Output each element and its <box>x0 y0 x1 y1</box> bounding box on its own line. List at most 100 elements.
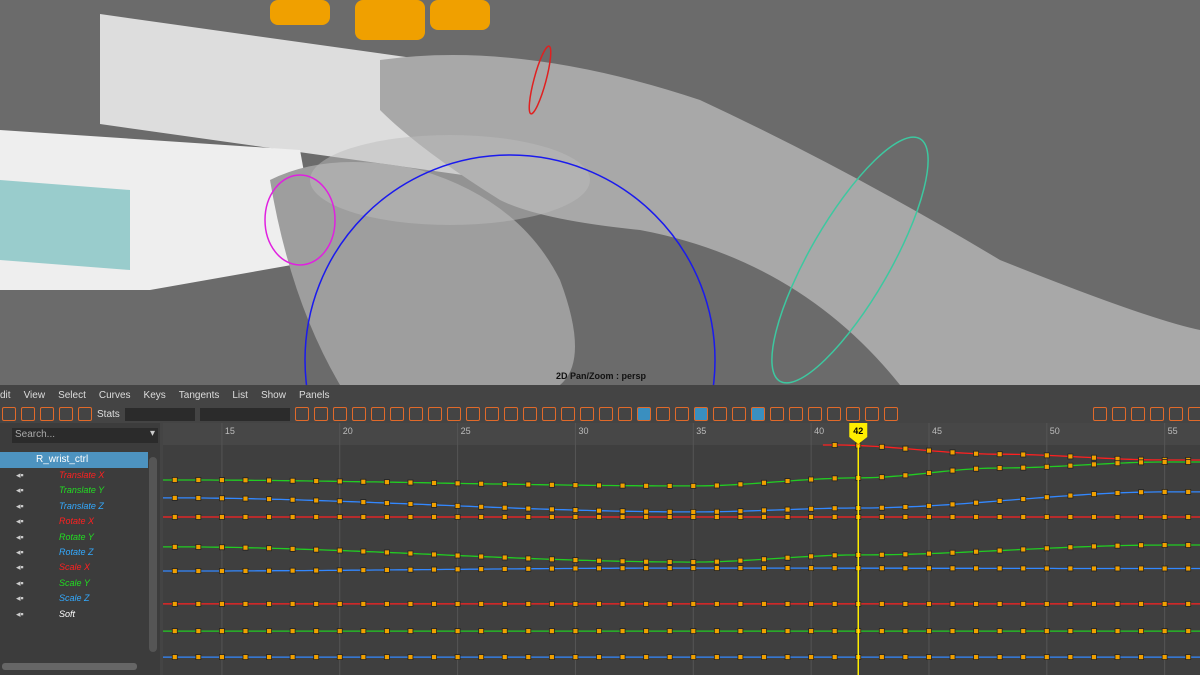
keyframe[interactable] <box>878 565 885 572</box>
keyframe[interactable] <box>572 628 579 634</box>
attribute-row[interactable]: ◂▪ Rotate Z <box>0 545 148 560</box>
keyframe[interactable] <box>431 502 437 508</box>
keyframe[interactable] <box>1067 453 1074 460</box>
keyframe[interactable] <box>572 482 579 489</box>
keyframe[interactable] <box>926 628 932 634</box>
tool-icon[interactable] <box>294 407 309 421</box>
keyframe[interactable] <box>336 498 343 505</box>
tool-icon[interactable] <box>40 407 54 421</box>
keyframe[interactable] <box>902 504 909 510</box>
keyframe[interactable] <box>171 543 178 550</box>
keyframe[interactable] <box>1067 544 1074 551</box>
keyframe[interactable] <box>313 601 320 607</box>
menu-tangents[interactable]: Tangents <box>179 390 220 401</box>
keyframe[interactable] <box>478 566 485 573</box>
keyframe[interactable] <box>1043 514 1050 520</box>
time-ruler[interactable] <box>163 423 1200 445</box>
keyframe[interactable] <box>690 654 697 660</box>
keyframe[interactable] <box>360 601 367 607</box>
keyframe[interactable] <box>808 514 815 520</box>
keyframe[interactable] <box>478 553 485 560</box>
keyframe[interactable] <box>242 514 249 520</box>
keyframe[interactable] <box>1185 514 1192 520</box>
keyframe[interactable] <box>171 568 178 574</box>
keyframe[interactable] <box>949 501 956 508</box>
keyframe[interactable] <box>619 601 626 607</box>
menu-show[interactable]: Show <box>261 390 286 401</box>
keyframe[interactable] <box>219 495 225 502</box>
keyframe[interactable] <box>219 477 225 483</box>
keyframe[interactable] <box>501 654 508 660</box>
keyframe[interactable] <box>1043 545 1050 552</box>
keyframe[interactable] <box>454 480 461 487</box>
keyframe[interactable] <box>548 628 555 634</box>
keyframe[interactable] <box>407 566 414 573</box>
keyframe[interactable] <box>1161 565 1168 572</box>
attribute-row[interactable]: ◂▪ Scale Y <box>0 576 148 591</box>
keyframe[interactable] <box>501 504 508 511</box>
keyframe[interactable] <box>643 601 650 607</box>
keyframe[interactable] <box>596 482 602 489</box>
tool-icon[interactable] <box>693 407 708 421</box>
keyframe[interactable] <box>525 555 532 562</box>
keyframe[interactable] <box>336 601 343 607</box>
keyframe[interactable] <box>266 567 272 574</box>
tool-icon[interactable] <box>522 407 537 421</box>
keyframe[interactable] <box>289 654 296 660</box>
attribute-row[interactable]: ◂▪ Translate Z <box>0 499 148 514</box>
keyframe[interactable] <box>596 514 602 520</box>
keyframe[interactable] <box>454 552 461 559</box>
keyframe[interactable] <box>383 654 390 660</box>
keyframe[interactable] <box>761 601 767 607</box>
keyframe[interactable] <box>713 508 720 515</box>
keyframe[interactable] <box>313 628 320 634</box>
keyframe[interactable] <box>690 509 697 515</box>
keyframe[interactable] <box>525 514 532 520</box>
keyframe[interactable] <box>1043 565 1050 572</box>
keyframe[interactable] <box>808 654 815 660</box>
keyframe[interactable] <box>1114 565 1121 572</box>
tool-icon[interactable] <box>465 407 480 421</box>
keyframe[interactable] <box>289 601 296 607</box>
keyframe[interactable] <box>407 654 414 660</box>
keyframe[interactable] <box>1091 491 1097 497</box>
keyframe[interactable] <box>1185 628 1192 634</box>
tool-icon[interactable] <box>427 407 442 421</box>
keyframe[interactable] <box>219 654 225 660</box>
keyframe[interactable] <box>336 654 343 660</box>
keyframe[interactable] <box>360 567 367 574</box>
keyframe[interactable] <box>1091 565 1097 572</box>
keyframe[interactable] <box>1091 628 1097 634</box>
keyframe[interactable] <box>431 514 437 520</box>
keyframe[interactable] <box>266 514 272 520</box>
keyframe[interactable] <box>171 477 178 483</box>
tool-icon[interactable] <box>503 407 518 421</box>
keyframe[interactable] <box>831 442 838 448</box>
keyframe[interactable] <box>878 628 885 634</box>
keyframe[interactable] <box>1091 543 1097 550</box>
keyframe[interactable] <box>1020 565 1027 572</box>
node-r-wrist-ctrl[interactable]: R_wrist_ctrl <box>0 452 148 468</box>
keyframe[interactable] <box>902 472 909 479</box>
search-input[interactable]: Search... <box>12 428 158 443</box>
keyframe[interactable] <box>1020 451 1027 458</box>
stats-field-1[interactable] <box>124 407 195 421</box>
keyframe[interactable] <box>878 654 885 660</box>
keyframe[interactable] <box>548 506 555 513</box>
keyframe[interactable] <box>1020 514 1027 520</box>
keyframe[interactable] <box>831 475 838 482</box>
keyframe[interactable] <box>761 565 767 571</box>
keyframe[interactable] <box>572 557 579 563</box>
keyframe[interactable] <box>996 465 1003 471</box>
keyframe[interactable] <box>902 445 909 452</box>
keyframe[interactable] <box>902 628 909 634</box>
keyframe[interactable] <box>548 514 555 520</box>
keyframe[interactable] <box>831 628 838 634</box>
keyframe[interactable] <box>926 654 932 660</box>
tool-icon[interactable] <box>313 407 328 421</box>
keyframe[interactable] <box>1185 542 1192 548</box>
keyframe[interactable] <box>1161 542 1168 548</box>
keyframe[interactable] <box>360 499 367 506</box>
keyframe[interactable] <box>666 628 673 634</box>
keyframe[interactable] <box>596 654 602 660</box>
